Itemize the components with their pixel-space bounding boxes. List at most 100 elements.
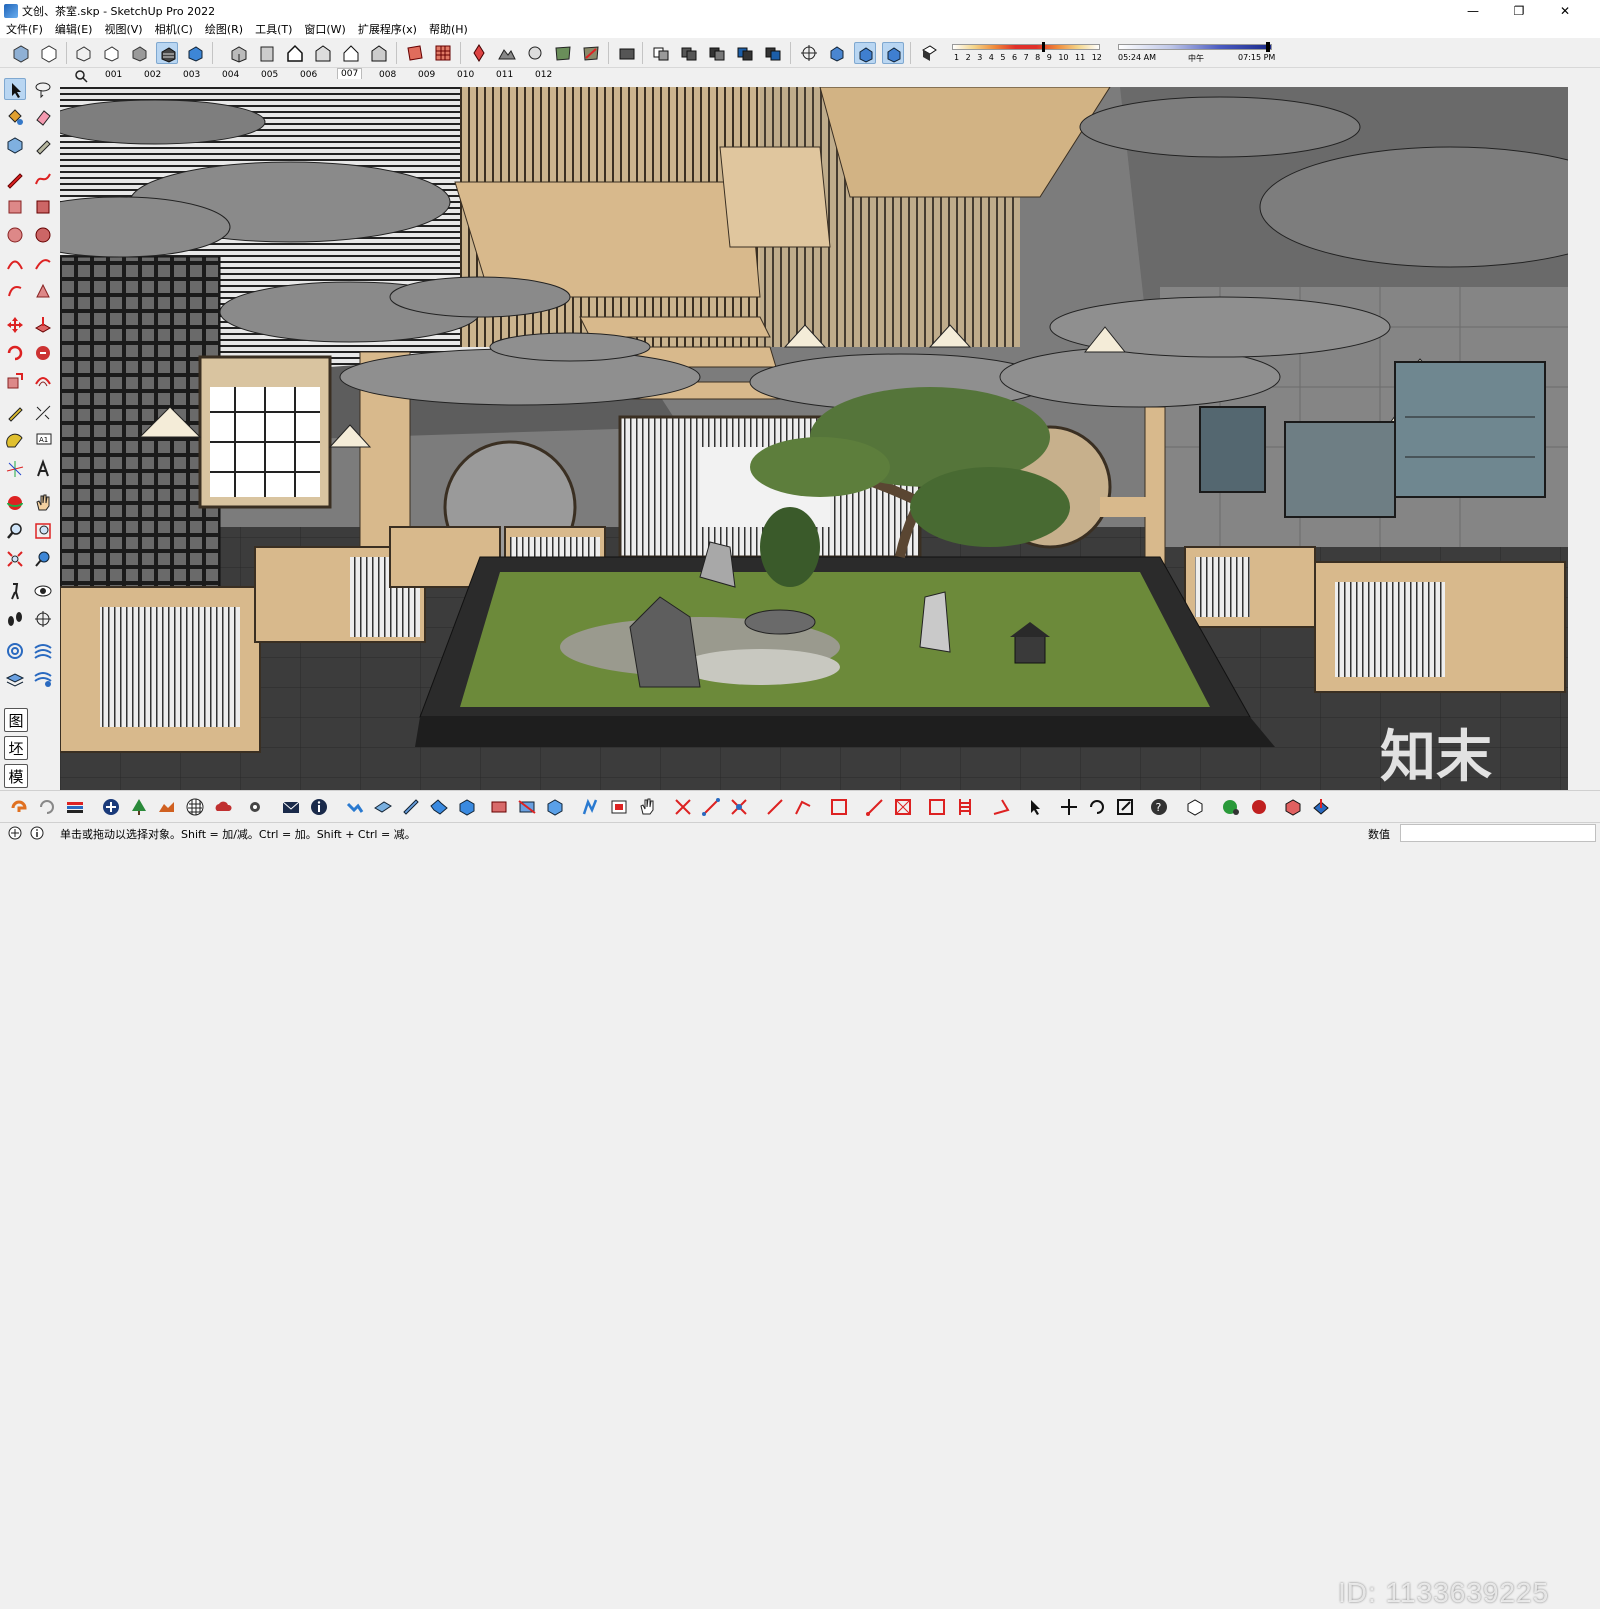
minimize-button[interactable]: —	[1450, 0, 1496, 22]
scene-tab-009[interactable]: 009	[418, 70, 435, 80]
rotate-arrows-icon[interactable]	[1086, 796, 1108, 818]
stamp-icon[interactable]	[32, 668, 54, 690]
menu-camera[interactable]: 相机(C)	[155, 21, 193, 37]
back-view-icon[interactable]	[340, 42, 362, 64]
menu-help[interactable]: 帮助(H)	[429, 21, 468, 37]
ruler-icon[interactable]	[400, 796, 422, 818]
hand-pan-icon[interactable]	[636, 796, 658, 818]
model-viewport[interactable]	[60, 87, 1568, 790]
push-pull-icon[interactable]	[32, 314, 54, 336]
info-icon[interactable]	[308, 796, 330, 818]
intersect-icon[interactable]	[678, 42, 700, 64]
iso-view-icon[interactable]	[228, 42, 250, 64]
geo-location-icon[interactable]	[8, 826, 22, 843]
zoom-window-icon[interactable]	[32, 520, 54, 542]
scene-export-icon[interactable]	[488, 796, 510, 818]
scene-tab-003[interactable]: 003	[183, 70, 200, 80]
arc-icon[interactable]	[4, 252, 26, 274]
lasso-select-icon[interactable]	[32, 78, 54, 100]
mail-icon[interactable]	[280, 796, 302, 818]
offset-icon[interactable]	[32, 370, 54, 392]
line-draw-icon[interactable]	[764, 796, 786, 818]
smoove-icon[interactable]	[4, 668, 26, 690]
vertex-tools-icon[interactable]	[672, 796, 694, 818]
menu-tools[interactable]: 工具(T)	[255, 21, 292, 37]
flatten-icon[interactable]	[372, 796, 394, 818]
geo-map-icon[interactable]	[552, 42, 574, 64]
shaded-textures-icon[interactable]	[156, 42, 178, 64]
geo-flag-icon[interactable]	[580, 42, 602, 64]
cloud-upload-icon[interactable]	[212, 796, 234, 818]
paint-bucket-icon[interactable]	[4, 106, 26, 128]
two-point-arc-icon[interactable]	[32, 252, 54, 274]
add-location-icon[interactable]	[468, 42, 490, 64]
profile-builder-icon[interactable]	[156, 796, 178, 818]
refresh-icon[interactable]	[36, 796, 58, 818]
zoom-extents-icon[interactable]	[4, 548, 26, 570]
right-view-icon[interactable]	[312, 42, 334, 64]
cube-blue-icon[interactable]	[544, 796, 566, 818]
menu-file[interactable]: 文件(F)	[6, 21, 43, 37]
pie-icon[interactable]	[32, 280, 54, 302]
red-sphere-icon[interactable]	[1248, 796, 1270, 818]
front-view-house-icon[interactable]	[284, 42, 306, 64]
scale-arrows-icon[interactable]	[1114, 796, 1136, 818]
hidden-line-icon[interactable]	[100, 42, 122, 64]
position-camera-icon[interactable]	[798, 42, 820, 64]
union-icon[interactable]	[706, 42, 728, 64]
footprints-icon[interactable]	[4, 608, 26, 630]
tray-tab-2[interactable]: 坯	[4, 736, 28, 760]
zoom-icon[interactable]	[4, 520, 26, 542]
shadow-month-slider[interactable]: 1 2 3 4 5 6 7 8 9 10 11 12	[950, 42, 1102, 64]
rotated-rectangle-icon[interactable]	[32, 196, 54, 218]
position-camera-crosshair-icon[interactable]	[32, 608, 54, 630]
3d-text-icon[interactable]	[32, 458, 54, 480]
scene-tab-010[interactable]: 010	[457, 70, 474, 80]
checker-ball-icon[interactable]	[184, 796, 206, 818]
tape-measure-tool-icon[interactable]	[4, 402, 26, 424]
scene-tab-005[interactable]: 005	[261, 70, 278, 80]
sandbox-scratch-icon[interactable]	[32, 640, 54, 662]
scene-tab-012[interactable]: 012	[535, 70, 552, 80]
tray-tab-1[interactable]: 图	[4, 708, 28, 732]
scene-tab-001[interactable]: 001	[105, 70, 122, 80]
parallel-cube-icon[interactable]	[882, 42, 904, 64]
scene-search-icon[interactable]	[74, 69, 88, 86]
maximize-button[interactable]: ❐	[1496, 0, 1542, 22]
select-arrow-icon[interactable]	[4, 78, 26, 100]
angle-icon[interactable]	[990, 796, 1012, 818]
protractor-icon[interactable]	[4, 430, 26, 452]
frame-icon[interactable]	[828, 796, 850, 818]
add-circle-icon[interactable]	[100, 796, 122, 818]
move-icon[interactable]	[4, 314, 26, 336]
sandbox-contours-icon[interactable]	[4, 640, 26, 662]
back-edges-icon[interactable]	[38, 42, 60, 64]
green-sphere-icon[interactable]	[1220, 796, 1242, 818]
box-icon[interactable]	[456, 796, 478, 818]
top-view-icon[interactable]	[256, 42, 278, 64]
rect-frame-icon[interactable]	[926, 796, 948, 818]
scene-tab-011[interactable]: 011	[496, 70, 513, 80]
walk-cube-icon[interactable]	[826, 42, 848, 64]
section-plane-icon[interactable]	[404, 42, 426, 64]
polygon-icon[interactable]	[32, 224, 54, 246]
walk-icon[interactable]	[4, 580, 26, 602]
curviloft-icon[interactable]	[344, 796, 366, 818]
subtract-icon[interactable]	[734, 42, 756, 64]
section-cut-icon[interactable]	[516, 796, 538, 818]
layout-export-icon[interactable]	[608, 796, 630, 818]
shaded-icon[interactable]	[128, 42, 150, 64]
extension-warehouse-icon[interactable]	[8, 796, 30, 818]
components-icon[interactable]	[616, 42, 638, 64]
push-tool-icon[interactable]	[428, 796, 450, 818]
tree-icon[interactable]	[128, 796, 150, 818]
instructor-info-icon[interactable]	[30, 826, 44, 843]
dimension-icon[interactable]	[32, 402, 54, 424]
text-label-icon[interactable]: A1	[32, 430, 54, 452]
circle-icon[interactable]	[4, 224, 26, 246]
measurements-input[interactable]	[1400, 824, 1596, 842]
wireframe-icon[interactable]	[72, 42, 94, 64]
axes-icon[interactable]	[4, 458, 26, 480]
pan-hand-icon[interactable]	[32, 492, 54, 514]
close-button[interactable]: ✕	[1542, 0, 1588, 22]
